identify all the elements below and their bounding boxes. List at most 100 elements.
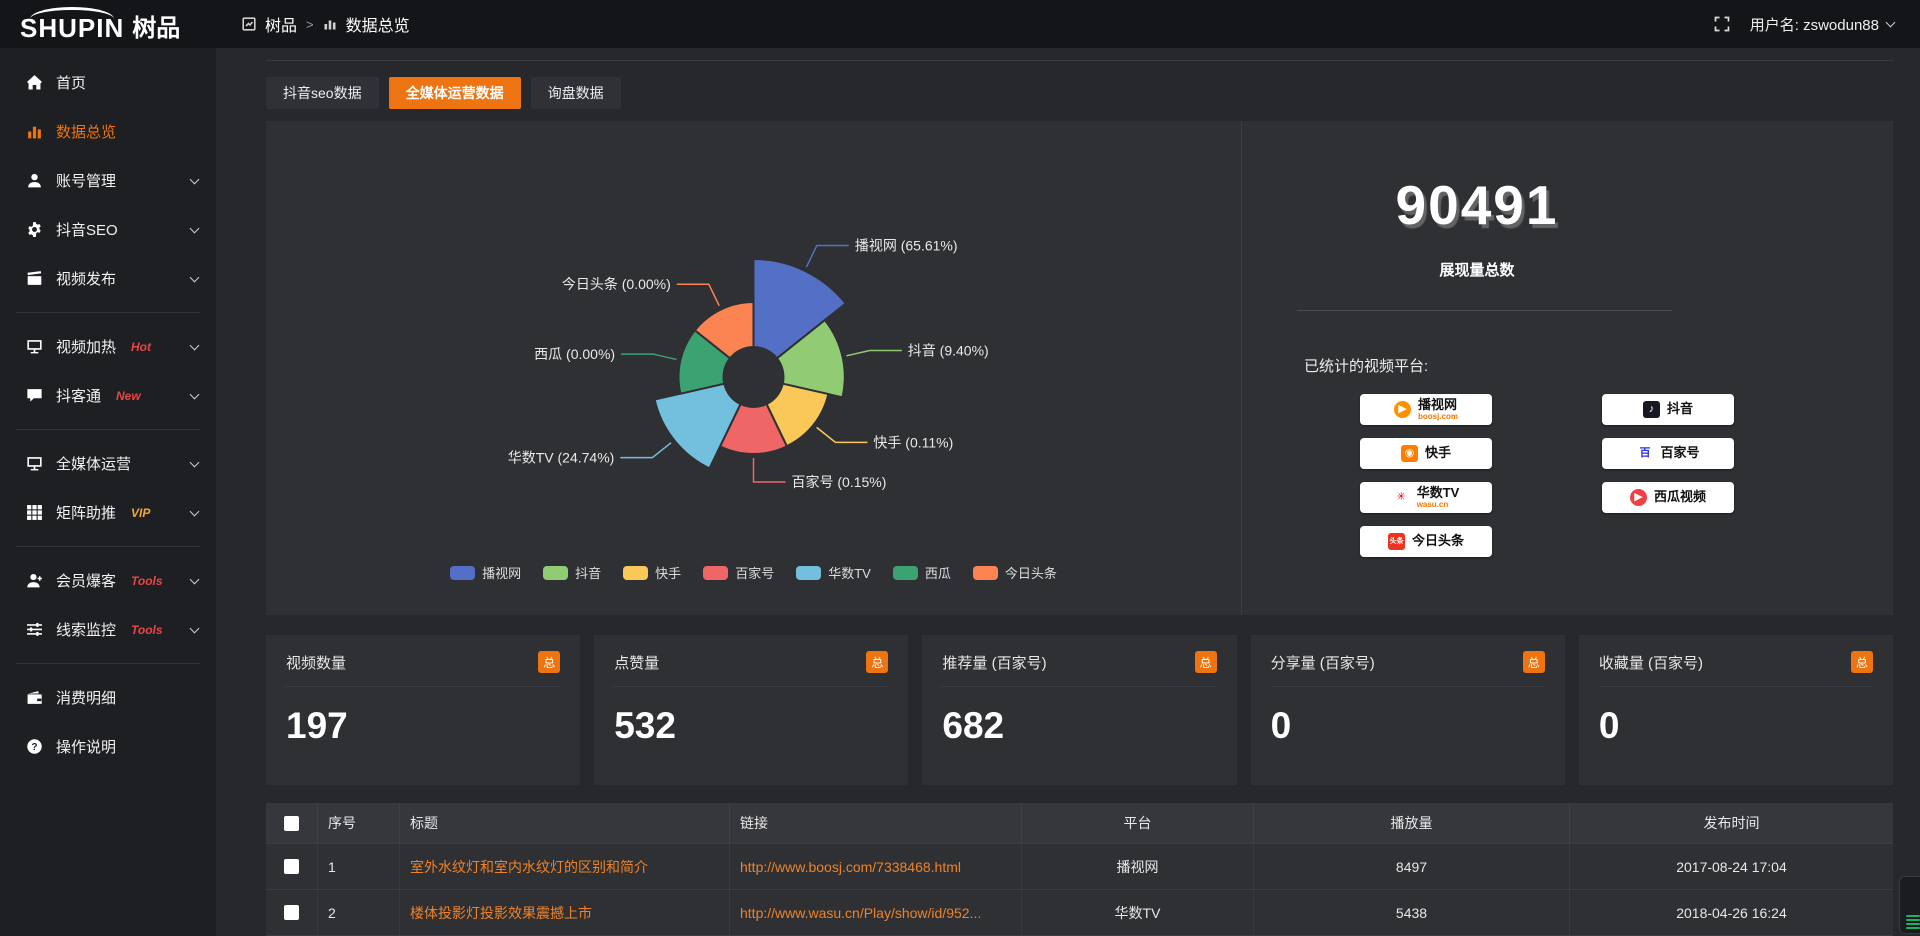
data-tabs: 抖音seo数据全媒体运营数据询盘数据 — [266, 77, 1893, 109]
sidebar-item-douyin-seo[interactable]: 抖音SEO — [0, 205, 216, 254]
stat-card-收藏量 (百家号): 收藏量 (百家号)总0 — [1579, 635, 1893, 785]
floating-widget[interactable] — [1899, 876, 1920, 934]
pie-label-line — [677, 284, 719, 306]
badge-vip: VIP — [131, 506, 150, 520]
stat-card-分享量 (百家号): 分享量 (百家号)总0 — [1251, 635, 1565, 785]
legend-item-西瓜[interactable]: 西瓜 — [893, 563, 951, 582]
sidebar-item-label: 首页 — [56, 72, 86, 93]
badge-tools: Tools — [131, 574, 163, 588]
select-all-checkbox[interactable] — [284, 816, 299, 831]
video-url-link[interactable]: http://www.wasu.cn/Play/show/id/952... — [740, 905, 981, 921]
stat-value: 197 — [286, 705, 560, 747]
cell-time: 2018-04-26 16:24 — [1570, 890, 1893, 935]
logo-cn-text: 树品 — [132, 17, 180, 41]
user-menu[interactable]: 用户名: zswodun88 — [1750, 14, 1894, 35]
sidebar-item-label: 视频加热 — [56, 336, 116, 357]
legend-item-今日头条[interactable]: 今日头条 — [973, 563, 1057, 582]
legend-swatch — [623, 566, 648, 580]
video-title-link[interactable]: 楼体投影灯投影效果震撼上市 — [410, 903, 592, 923]
legend-item-播视网[interactable]: 播视网 — [450, 563, 521, 582]
sidebar-item-operation-guide[interactable]: ?操作说明 — [0, 722, 216, 771]
fullscreen-icon[interactable] — [1714, 16, 1730, 32]
legend-item-百家号[interactable]: 百家号 — [703, 563, 774, 582]
page-square-icon — [242, 17, 256, 31]
legend-label: 快手 — [655, 563, 681, 582]
platform-badge-快手: ◉快手 — [1360, 438, 1492, 469]
platform-name: 快手 — [1425, 446, 1451, 460]
sidebar-item-label: 操作说明 — [56, 736, 116, 757]
cell-platform: 播视网 — [1022, 844, 1254, 889]
user-icon — [26, 172, 43, 189]
row-checkbox[interactable] — [284, 905, 299, 920]
pie-slice-华数TV[interactable] — [655, 384, 741, 469]
col-plays: 播放量 — [1254, 803, 1570, 843]
tab-media-operation-data[interactable]: 全媒体运营数据 — [389, 77, 521, 109]
sidebar-item-label: 账号管理 — [56, 170, 116, 191]
monitor-icon — [26, 455, 43, 472]
platforms-title: 已统计的视频平台: — [1304, 355, 1893, 376]
pie-label-line — [620, 443, 671, 458]
grid-icon — [26, 504, 43, 521]
total-badge: 总 — [538, 651, 560, 673]
legend-item-抖音[interactable]: 抖音 — [543, 563, 601, 582]
legend-item-华数TV[interactable]: 华数TV — [796, 563, 871, 582]
sidebar-item-home[interactable]: 首页 — [0, 58, 216, 107]
col-title: 标题 — [400, 803, 730, 843]
sidebar-item-consume-detail[interactable]: 消费明细 — [0, 673, 216, 722]
sidebar-item-account-manage[interactable]: 账号管理 — [0, 156, 216, 205]
legend-label: 抖音 — [575, 563, 601, 582]
tab-inquiry-data[interactable]: 询盘数据 — [531, 77, 621, 109]
topbar-right: 用户名: zswodun88 — [1714, 14, 1920, 35]
platform-badge-抖音: ♪抖音 — [1602, 394, 1734, 425]
cell-no: 2 — [318, 890, 400, 935]
breadcrumb-separator: > — [306, 17, 314, 32]
bar-chart-icon — [26, 123, 43, 140]
chevron-down-icon — [190, 457, 200, 467]
app-logo[interactable]: SHUPIN 树品 — [0, 7, 216, 41]
row-checkbox[interactable] — [284, 859, 299, 874]
breadcrumb-root[interactable]: 树品 — [265, 12, 297, 36]
video-title-link[interactable]: 室外水纹灯和室内水纹灯的区别和简介 — [410, 857, 648, 877]
legend-swatch — [450, 566, 475, 580]
pie-label-line — [754, 458, 786, 482]
video-url-link[interactable]: http://www.boosj.com/7338468.html — [740, 859, 961, 875]
username-label: 用户名: zswodun88 — [1750, 14, 1879, 35]
sidebar-item-matrix-boost[interactable]: 矩阵助推VIP — [0, 488, 216, 537]
total-impressions-value: 90491 — [1242, 173, 1712, 237]
widget-bar — [1906, 923, 1920, 925]
legend-label: 西瓜 — [925, 563, 951, 582]
platform-badge-西瓜视频: ▶西瓜视频 — [1602, 482, 1734, 513]
platform-name: 抖音 — [1667, 402, 1693, 416]
sidebar-menu: 首页数据总览账号管理抖音SEO 视频发布视频加热Hot抖客通New 全媒体运营矩阵助… — [0, 48, 216, 936]
sidebar-item-media-operation[interactable]: 全媒体运营 — [0, 439, 216, 488]
sidebar-item-label: 抖音SEO — [56, 219, 118, 240]
sidebar-divider — [16, 663, 200, 664]
sidebar-item-member-baoke[interactable]: 会员爆客Tools — [0, 556, 216, 605]
sidebar-item-video-heat[interactable]: 视频加热Hot — [0, 322, 216, 371]
table-row-1: 1室外水纹灯和室内水纹灯的区别和简介http://www.boosj.com/7… — [266, 843, 1893, 889]
legend-item-快手[interactable]: 快手 — [623, 563, 681, 582]
cell-platform: 华数TV — [1022, 890, 1254, 935]
platform-grid: ▶播视网boosj.com♪抖音◉快手百百家号✳华数TVwasu.cn▶西瓜视频… — [1360, 394, 1893, 557]
sidebar-item-douketong[interactable]: 抖客通New — [0, 371, 216, 420]
total-badge: 总 — [866, 651, 888, 673]
chevron-down-icon — [190, 506, 200, 516]
tab-douyin-seo-data[interactable]: 抖音seo数据 — [266, 77, 379, 109]
sidebar-item-label: 抖客通 — [56, 385, 101, 406]
bar-chart-icon — [323, 17, 337, 31]
table-header-row: 序号标题链接平台播放量发布时间 — [266, 803, 1893, 843]
col-time: 发布时间 — [1570, 803, 1893, 843]
stat-label: 收藏量 (百家号) — [1599, 652, 1703, 673]
platform-badge-华数TV: ✳华数TVwasu.cn — [1360, 482, 1492, 513]
platform-badge-今日头条: 头条今日头条 — [1360, 526, 1492, 557]
chevron-down-icon — [1886, 18, 1896, 28]
platform-name: 西瓜视频 — [1654, 490, 1706, 504]
legend-label: 今日头条 — [1005, 563, 1057, 582]
stat-value: 0 — [1599, 705, 1873, 747]
sidebar-item-clue-monitor[interactable]: 线索监控Tools — [0, 605, 216, 654]
platform-sub: wasu.cn — [1417, 501, 1449, 509]
breadcrumb-current: 数据总览 — [346, 12, 410, 36]
sidebar-item-video-publish[interactable]: 视频发布 — [0, 254, 216, 303]
sidebar-item-data-overview[interactable]: 数据总览 — [0, 107, 216, 156]
video-table: 序号标题链接平台播放量发布时间1室外水纹灯和室内水纹灯的区别和简介http://… — [266, 803, 1893, 936]
